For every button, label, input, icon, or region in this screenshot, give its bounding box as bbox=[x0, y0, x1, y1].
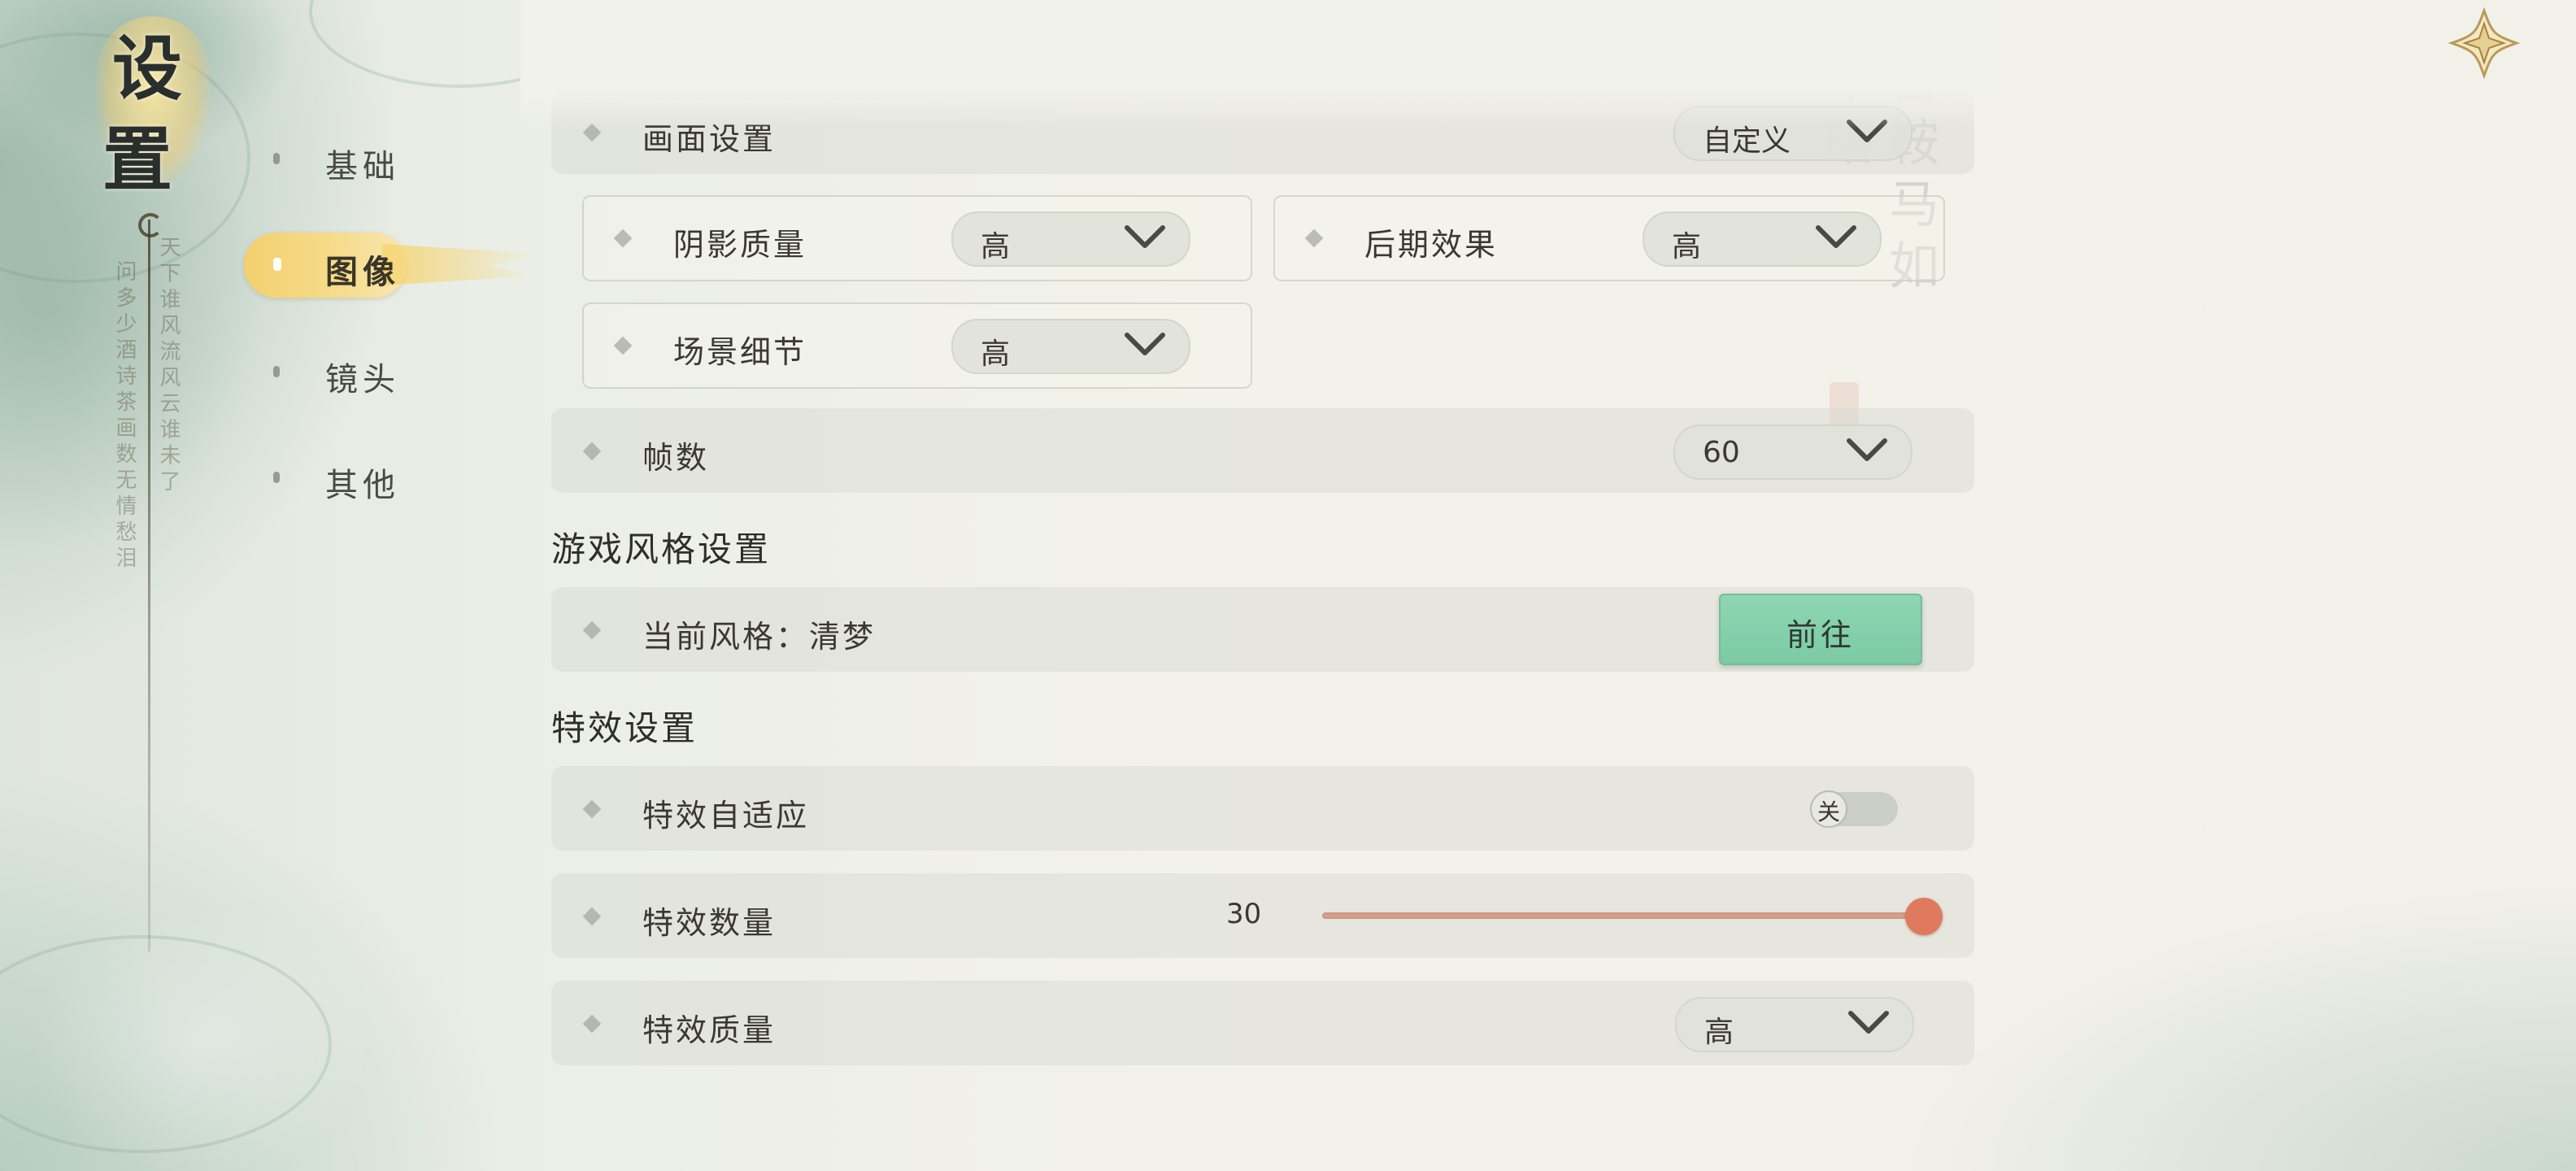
effects-adaptive-toggle[interactable]: 关 bbox=[1810, 790, 1898, 828]
effects-count-slider-track[interactable] bbox=[1322, 912, 1924, 919]
dropdown-value: 60 bbox=[1703, 436, 1740, 469]
row-label: 特效质量 bbox=[642, 1012, 777, 1048]
slider-fill bbox=[1324, 914, 1922, 917]
section-title-effects: 特效设置 bbox=[551, 708, 698, 748]
diamond-bullet-icon bbox=[582, 799, 602, 819]
dropdown-value: 高 bbox=[981, 230, 1011, 263]
button-label: 前往 bbox=[1786, 617, 1855, 653]
scene-detail-dropdown[interactable]: 高 bbox=[951, 319, 1190, 374]
decor-poem-left-2: 天下谁风流风云谁未了 bbox=[156, 236, 181, 496]
shadow-quality-dropdown[interactable]: 高 bbox=[951, 211, 1190, 267]
hook-ornament bbox=[138, 213, 163, 237]
diamond-bullet-icon bbox=[582, 620, 602, 640]
row-label: 特效数量 bbox=[642, 905, 777, 941]
row-label: 特效自适应 bbox=[642, 798, 810, 834]
chevron-down-icon bbox=[1125, 225, 1165, 248]
nav-item-other[interactable]: 其他 bbox=[244, 441, 537, 514]
diamond-bullet-icon bbox=[582, 442, 602, 461]
effects-count-value: 30 bbox=[1226, 898, 1262, 930]
chevron-down-icon bbox=[1125, 333, 1165, 355]
decor-poem-left: 问多少酒诗茶画数无情愁泪 bbox=[112, 260, 137, 572]
setting-label: 后期效果 bbox=[1364, 227, 1499, 263]
nav-bullet-icon bbox=[273, 258, 281, 271]
diamond-bullet-icon bbox=[1304, 229, 1324, 248]
effects-quality-dropdown[interactable]: 高 bbox=[1675, 997, 1914, 1052]
dropdown-value: 高 bbox=[1704, 1016, 1734, 1049]
nav-item-basic[interactable]: 基础 bbox=[244, 122, 537, 195]
close-flower-icon bbox=[2448, 7, 2521, 80]
nav-item-camera[interactable]: 镜头 bbox=[244, 335, 537, 408]
dropdown-value: 高 bbox=[1672, 230, 1702, 263]
dropdown-value: 高 bbox=[981, 337, 1011, 371]
nav-bullet-icon bbox=[273, 366, 280, 377]
chevron-down-icon bbox=[1816, 225, 1856, 248]
nav-bullet-icon bbox=[273, 153, 280, 164]
scroll-fade-mask bbox=[520, 0, 2000, 128]
nav-active-wing-decoration bbox=[382, 244, 537, 285]
nav-item-graphics[interactable]: 图像 bbox=[244, 228, 537, 301]
nav-item-label: 图像 bbox=[325, 253, 400, 291]
section-title-game-style: 游戏风格设置 bbox=[551, 529, 772, 569]
diamond-bullet-icon bbox=[613, 229, 633, 248]
shadow-quality-setting: 阴影质量 高 bbox=[582, 195, 1252, 281]
frame-rate-row: 帧数 60 bbox=[551, 408, 1974, 493]
vertical-ornament-line bbox=[148, 220, 150, 951]
goto-style-button[interactable]: 前往 bbox=[1719, 594, 1922, 665]
setting-label: 场景细节 bbox=[673, 334, 807, 370]
setting-label: 阴影质量 bbox=[673, 227, 807, 263]
frame-rate-dropdown[interactable]: 60 bbox=[1673, 424, 1912, 480]
post-effect-setting: 后期效果 高 bbox=[1273, 195, 1945, 281]
scene-detail-setting: 场景细节 高 bbox=[582, 303, 1252, 389]
effects-count-slider-handle[interactable] bbox=[1905, 898, 1943, 935]
effects-adaptive-row: 特效自适应 bbox=[551, 766, 1974, 851]
chevron-down-icon bbox=[1848, 1011, 1889, 1034]
nav-item-label: 镜头 bbox=[325, 361, 400, 398]
row-label: 当前风格：清梦 bbox=[642, 619, 877, 655]
nav-bullet-icon bbox=[273, 472, 280, 483]
nav-item-label: 其他 bbox=[325, 467, 400, 504]
nav-item-label: 基础 bbox=[325, 148, 400, 185]
diamond-bullet-icon bbox=[582, 1014, 602, 1034]
post-effect-dropdown[interactable]: 高 bbox=[1643, 211, 1882, 267]
page-title-char-1: 设 bbox=[112, 28, 182, 110]
chevron-down-icon bbox=[1847, 438, 1887, 461]
row-label: 帧数 bbox=[642, 440, 710, 476]
effects-quality-row: 特效质量 高 bbox=[551, 981, 1974, 1065]
toggle-state-label: 关 bbox=[1817, 799, 1841, 825]
close-button[interactable] bbox=[2448, 7, 2521, 80]
diamond-bullet-icon bbox=[613, 336, 633, 355]
diamond-bullet-icon bbox=[582, 907, 602, 926]
page-title-char-2: 置 bbox=[102, 119, 172, 201]
